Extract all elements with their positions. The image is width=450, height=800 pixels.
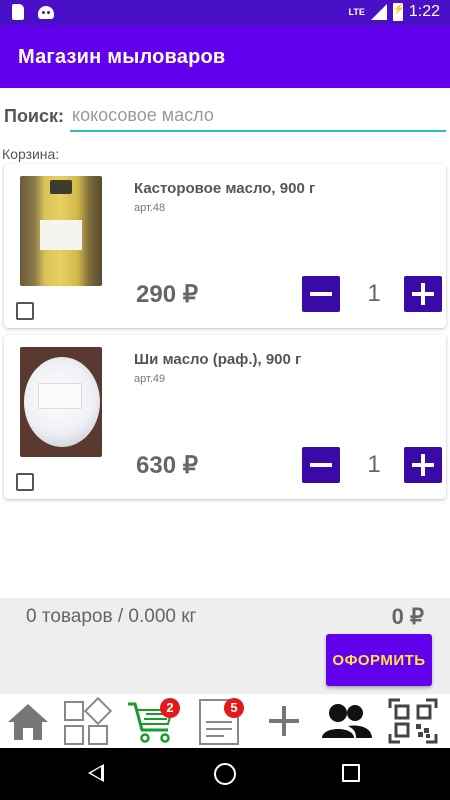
cart-item: Ши масло (раф.), 900 г арт.49 630 ₽ 1 xyxy=(4,335,446,499)
battery-charging-icon xyxy=(392,3,405,21)
catalog-icon[interactable] xyxy=(60,694,116,748)
quantity-value: 1 xyxy=(367,280,381,307)
search-label: Поиск: xyxy=(4,106,65,126)
cart-heading: Корзина: xyxy=(2,146,60,162)
checkout-button[interactable]: ОФОРМИТЬ xyxy=(326,634,432,686)
increase-quantity-button[interactable] xyxy=(404,447,442,483)
status-bar: LTE 1:22 xyxy=(0,0,450,26)
add-icon[interactable] xyxy=(256,694,312,748)
users-icon[interactable] xyxy=(318,694,374,748)
search-input[interactable] xyxy=(70,100,446,132)
product-price: 290 ₽ xyxy=(136,281,198,308)
product-image-shea-butter[interactable] xyxy=(20,347,102,457)
product-name: Ши масло (раф.), 900 г xyxy=(134,351,302,368)
cart-badge: 2 xyxy=(160,698,180,718)
home-circle-icon[interactable] xyxy=(214,763,236,785)
sd-card-icon xyxy=(12,4,24,20)
decrease-quantity-button[interactable] xyxy=(302,447,340,483)
cart-icon[interactable]: 2 xyxy=(126,694,182,748)
cart-item: Касторовое масло, 900 г арт.48 290 ₽ 1 xyxy=(4,164,446,328)
product-sku: арт.48 xyxy=(134,202,166,214)
product-name: Касторовое масло, 900 г xyxy=(134,180,316,197)
decrease-quantity-button[interactable] xyxy=(302,276,340,312)
app-title: Магазин мыловаров xyxy=(18,46,226,68)
orders-icon[interactable]: 5 xyxy=(194,694,250,748)
home-icon[interactable] xyxy=(0,694,56,748)
android-icon xyxy=(38,6,54,19)
clock: 1:22 xyxy=(408,3,440,20)
product-image-castor-oil[interactable] xyxy=(20,176,102,286)
item-checkbox[interactable] xyxy=(16,302,34,320)
app-bar: Магазин мыловаров xyxy=(0,26,450,88)
totals-text: 0 товаров / 0.000 кг xyxy=(26,606,197,627)
order-summary: 0 товаров / 0.000 кг 0 ₽ ОФОРМИТЬ xyxy=(0,598,450,694)
signal-icon xyxy=(370,4,387,20)
back-icon[interactable] xyxy=(88,764,104,782)
total-sum: 0 ₽ xyxy=(391,604,424,629)
system-nav-bar xyxy=(0,748,450,800)
network-type: LTE xyxy=(348,6,365,17)
quantity-value: 1 xyxy=(367,451,381,478)
search-row: Поиск: xyxy=(4,100,446,132)
bottom-toolbar: 2 5 xyxy=(0,694,450,748)
qr-code-icon[interactable] xyxy=(386,694,442,748)
increase-quantity-button[interactable] xyxy=(404,276,442,312)
recent-apps-icon[interactable] xyxy=(342,764,360,782)
product-price: 630 ₽ xyxy=(136,452,198,479)
orders-badge: 5 xyxy=(224,698,244,718)
product-sku: арт.49 xyxy=(134,373,166,385)
item-checkbox[interactable] xyxy=(16,473,34,491)
